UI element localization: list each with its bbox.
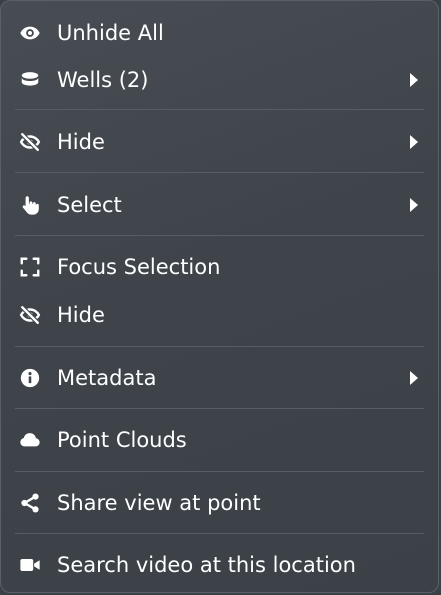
eye-icon bbox=[18, 21, 42, 45]
menu-separator bbox=[15, 471, 424, 472]
menu-item-unhide-all[interactable]: Unhide All bbox=[1, 13, 438, 53]
menu-item-hide-submenu[interactable]: Hide bbox=[1, 122, 438, 162]
chevron-right-icon bbox=[409, 371, 419, 385]
menu-item-label: Select bbox=[57, 193, 122, 217]
share-icon bbox=[18, 491, 42, 515]
menu-item-metadata[interactable]: Metadata bbox=[1, 358, 438, 398]
menu-item-label: Wells (2) bbox=[57, 68, 149, 92]
focus-brackets-icon bbox=[18, 255, 42, 279]
menu-item-wells[interactable]: Wells (2) bbox=[1, 60, 438, 100]
database-icon bbox=[18, 68, 42, 92]
menu-separator bbox=[15, 346, 424, 347]
pointer-hand-icon bbox=[18, 193, 42, 217]
menu-item-search-video[interactable]: Search video at this location bbox=[1, 545, 438, 585]
menu-separator bbox=[15, 109, 424, 110]
menu-separator bbox=[15, 235, 424, 236]
chevron-right-icon bbox=[409, 198, 419, 212]
menu-item-hide[interactable]: Hide bbox=[1, 295, 438, 335]
menu-item-label: Hide bbox=[57, 303, 105, 327]
chevron-right-icon bbox=[409, 73, 419, 87]
menu-separator bbox=[15, 533, 424, 534]
menu-item-label: Unhide All bbox=[57, 21, 164, 45]
menu-item-label: Focus Selection bbox=[57, 255, 221, 279]
video-camera-icon bbox=[18, 553, 42, 577]
menu-item-label: Metadata bbox=[57, 366, 157, 390]
menu-separator bbox=[15, 408, 424, 409]
menu-separator bbox=[15, 172, 424, 173]
cloud-icon bbox=[18, 428, 42, 452]
menu-item-label: Share view at point bbox=[57, 491, 261, 515]
menu-item-label: Search video at this location bbox=[57, 553, 356, 577]
eye-slash-icon bbox=[18, 130, 42, 154]
info-icon bbox=[18, 366, 42, 390]
menu-item-label: Hide bbox=[57, 130, 105, 154]
chevron-right-icon bbox=[409, 135, 419, 149]
menu-item-share-view[interactable]: Share view at point bbox=[1, 483, 438, 523]
menu-item-point-clouds[interactable]: Point Clouds bbox=[1, 420, 438, 460]
eye-slash-icon bbox=[18, 303, 42, 327]
menu-item-focus-selection[interactable]: Focus Selection bbox=[1, 247, 438, 287]
menu-item-label: Point Clouds bbox=[57, 428, 187, 452]
context-menu: Unhide All Wells (2) Hide Select Focus S… bbox=[0, 0, 439, 593]
menu-item-select[interactable]: Select bbox=[1, 185, 438, 225]
